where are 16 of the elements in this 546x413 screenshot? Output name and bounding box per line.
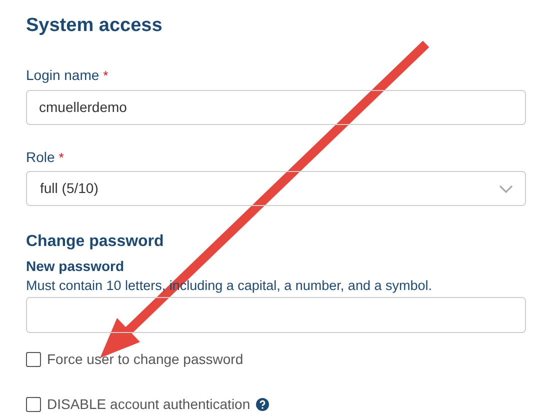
checkbox-label[interactable]: Force user to change password <box>47 349 244 369</box>
new-password-field[interactable] <box>26 297 526 333</box>
checkbox-label[interactable]: DISABLE account authentication <box>47 394 250 413</box>
subsection-title: Change password <box>26 232 164 252</box>
login-name-field[interactable]: cmuellerdemo <box>26 90 526 124</box>
required-mark: * <box>58 148 64 166</box>
required-mark: * <box>103 67 108 85</box>
help-icon[interactable] <box>256 398 270 410</box>
chevron-down-icon <box>499 184 513 192</box>
checkbox[interactable] <box>26 396 41 412</box>
role-select[interactable]: full (5/10) <box>26 171 526 206</box>
field-label: Login name <box>26 66 100 85</box>
checkbox[interactable] <box>26 352 41 366</box>
field-label: New password <box>26 257 124 276</box>
field-label: Role <box>26 148 55 166</box>
section-title: System access <box>26 14 162 38</box>
